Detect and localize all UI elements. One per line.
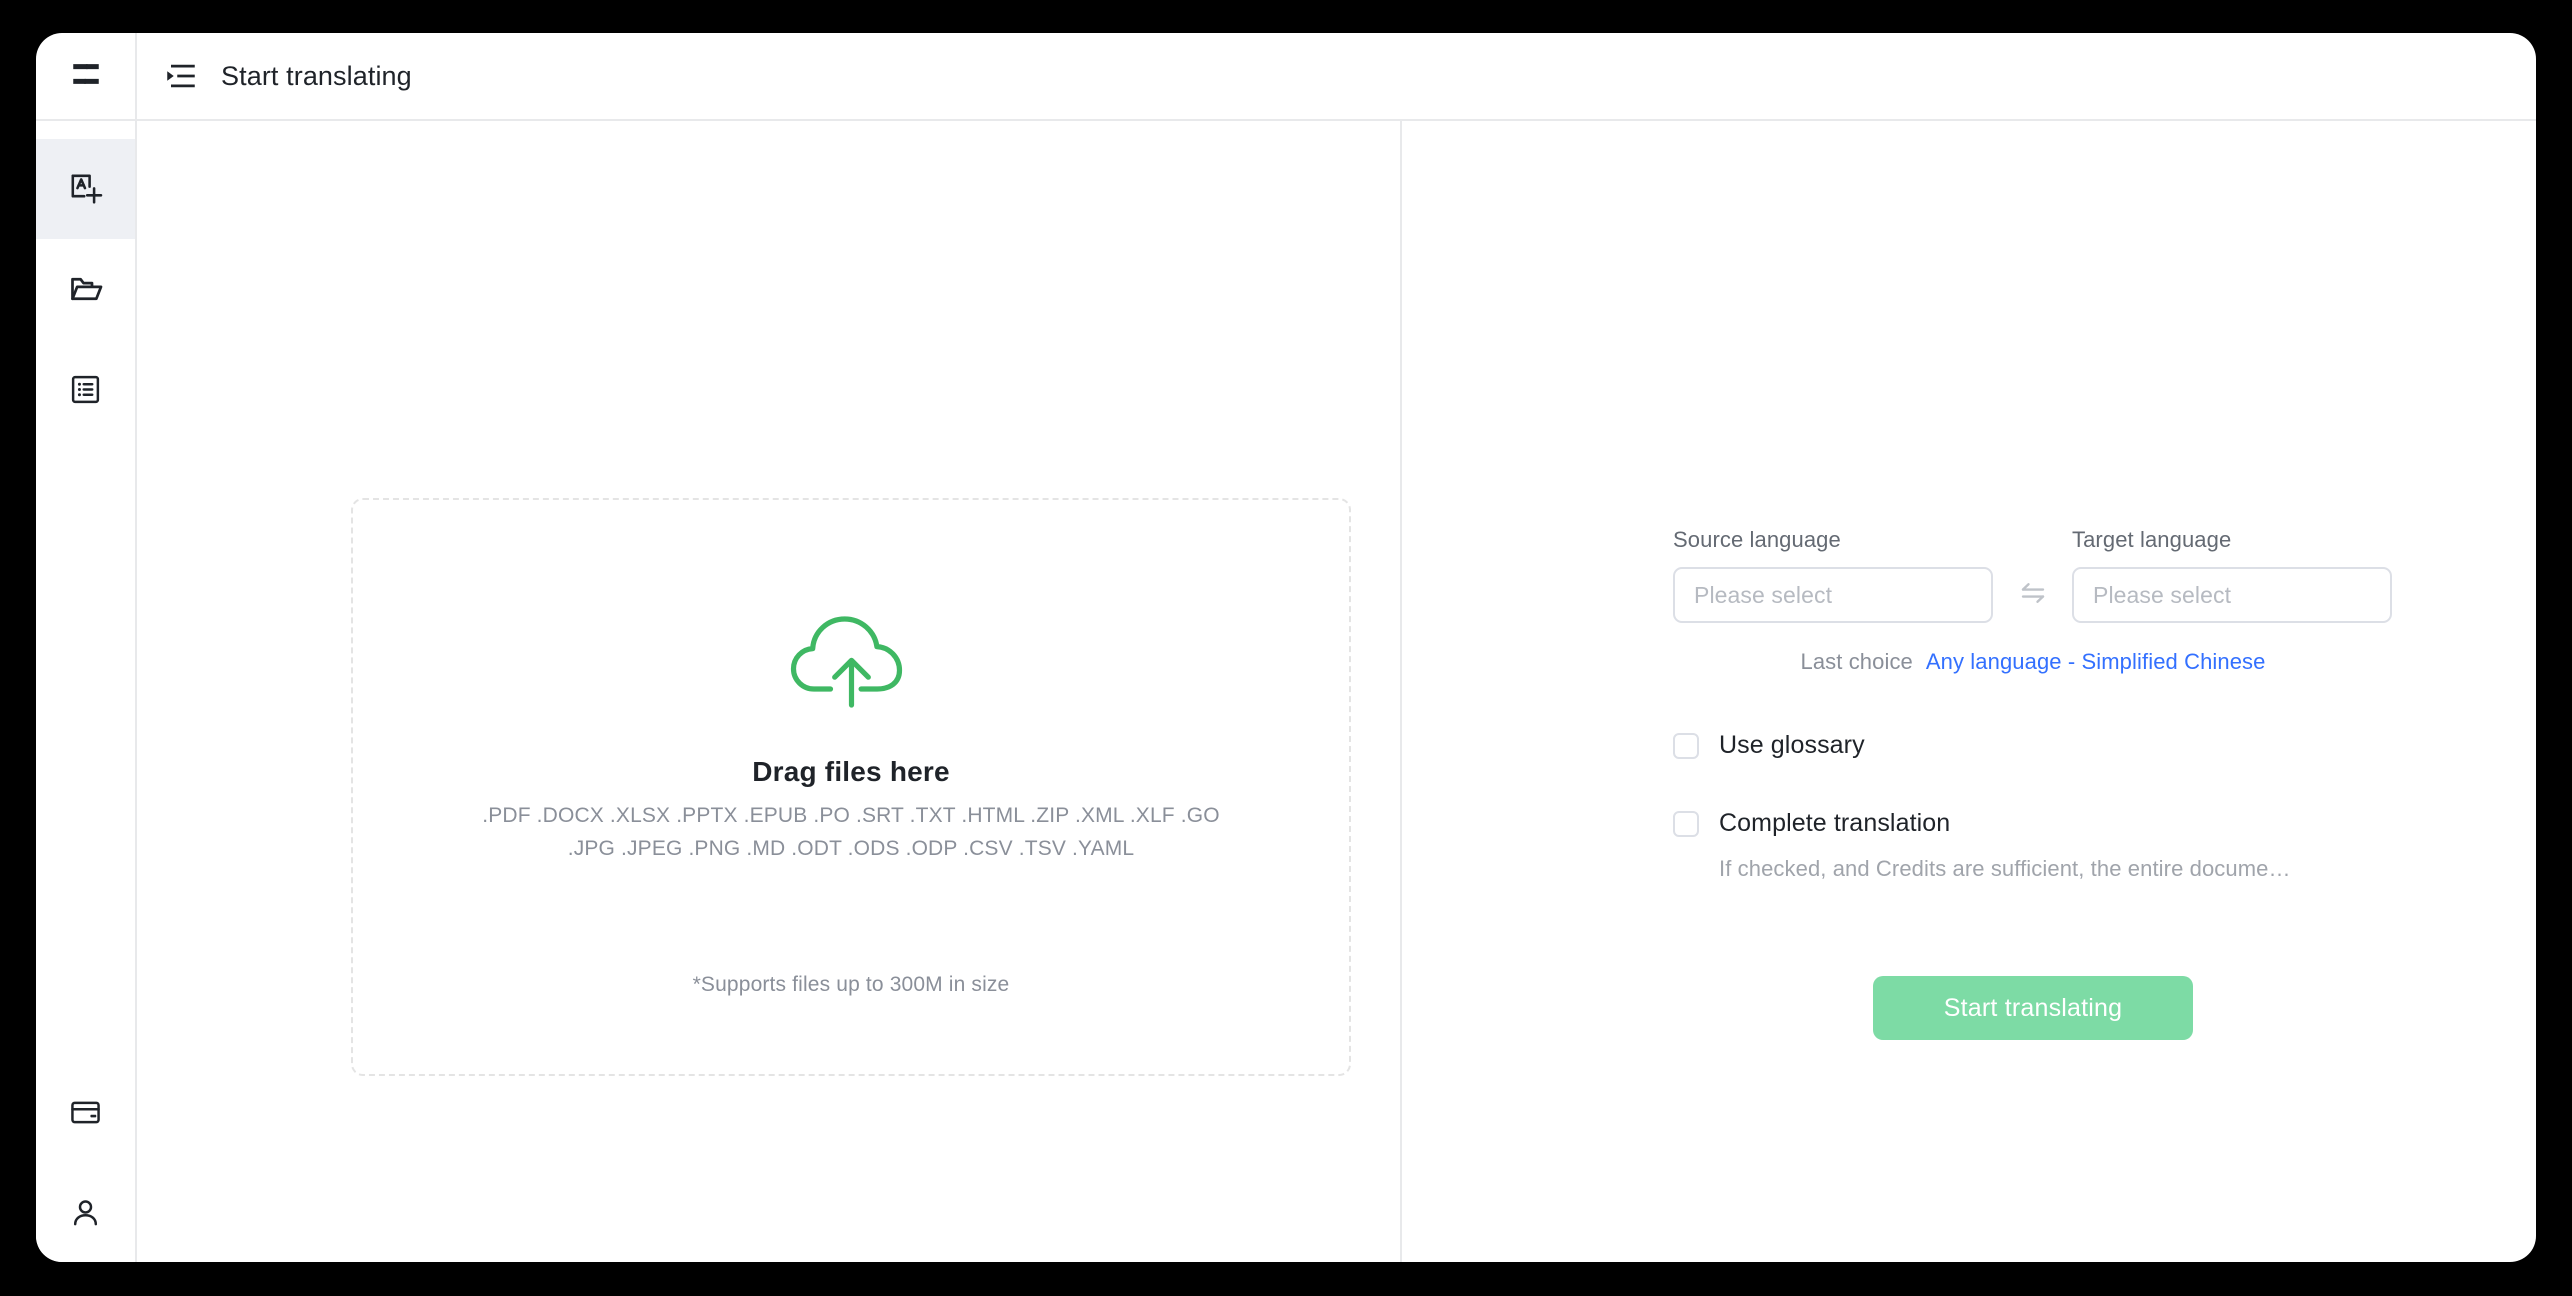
- settings-pane: Source language Please select Target lan…: [1402, 121, 2536, 1262]
- file-dropzone[interactable]: Drag files here .PDF .DOCX .XLSX .PPTX .…: [351, 498, 1351, 1076]
- sidebar-item-glossary[interactable]: [36, 339, 135, 439]
- complete-translation-label: Complete translation: [1719, 809, 1951, 837]
- target-language-select[interactable]: Please select: [2072, 567, 2392, 623]
- supported-extensions-line-2: .JPG .JPEG .PNG .MD .ODT .ODS .ODP .CSV …: [567, 837, 1135, 860]
- sidebar-item-translate[interactable]: [36, 139, 135, 239]
- credit-card-icon: [69, 1096, 102, 1129]
- user-avatar-icon: [69, 1196, 102, 1229]
- folder-open-icon: [68, 271, 104, 307]
- source-language-label: Source language: [1673, 527, 1841, 552]
- app-logo[interactable]: [36, 33, 137, 119]
- swap-logo-icon: [69, 57, 103, 96]
- use-glossary-label: Use glossary: [1719, 731, 1865, 759]
- translation-settings-form: Source language Please select Target lan…: [1673, 527, 2393, 1040]
- content-area: Drag files here .PDF .DOCX .XLSX .PPTX .…: [137, 121, 2536, 1262]
- swap-horizontal-icon: [2018, 578, 2048, 613]
- dropzone-title: Drag files here: [752, 756, 950, 787]
- app-window: Start translating Drag files here .PDF .…: [36, 33, 2536, 1262]
- use-glossary-checkbox[interactable]: [1673, 732, 1699, 759]
- sidebar-item-billing[interactable]: [36, 1062, 135, 1162]
- page-title: Start translating: [221, 60, 412, 91]
- titlebar-main: Start translating: [137, 33, 2536, 119]
- use-glossary-row[interactable]: Use glossary: [1673, 731, 2393, 760]
- supported-extensions-line-1: .PDF .DOCX .XLSX .PPTX .EPUB .PO .SRT .T…: [482, 804, 1220, 827]
- translate-document-icon: [68, 171, 104, 207]
- indent-menu-icon[interactable]: [166, 63, 196, 89]
- complete-translation-hint: If checked, and Credits are sufficient, …: [1719, 856, 2291, 881]
- body-split: Drag files here .PDF .DOCX .XLSX .PPTX .…: [36, 121, 2536, 1262]
- sidebar-item-account[interactable]: [36, 1162, 135, 1262]
- source-language-select[interactable]: Please select: [1673, 567, 1993, 623]
- start-translating-button[interactable]: Start translating: [1873, 976, 2193, 1040]
- file-size-note: *Supports files up to 300M in size: [692, 973, 1010, 996]
- list-box-icon: [69, 373, 102, 406]
- upload-pane: Drag files here .PDF .DOCX .XLSX .PPTX .…: [137, 121, 1402, 1262]
- language-row: Source language Please select Target lan…: [1673, 527, 2393, 623]
- target-language-label: Target language: [2072, 527, 2232, 552]
- last-choice-link[interactable]: Any language - Simplified Chinese: [1926, 649, 2266, 675]
- cloud-upload-icon: [785, 608, 918, 721]
- last-choice-row: Last choice Any language - Simplified Ch…: [1673, 649, 2393, 675]
- complete-translation-checkbox[interactable]: [1673, 810, 1699, 837]
- sidebar-bottom-group: [36, 1062, 135, 1262]
- sidebar-top-group: [36, 139, 135, 439]
- target-language-field: Target language Please select: [2072, 527, 2392, 623]
- sidebar: [36, 121, 137, 1262]
- last-choice-label: Last choice: [1800, 649, 1913, 674]
- complete-translation-row[interactable]: Complete translation: [1673, 809, 2393, 838]
- sidebar-item-files[interactable]: [36, 239, 135, 339]
- swap-languages-button[interactable]: [1993, 567, 2072, 623]
- titlebar: Start translating: [36, 33, 2536, 121]
- source-language-field: Source language Please select: [1673, 527, 1993, 623]
